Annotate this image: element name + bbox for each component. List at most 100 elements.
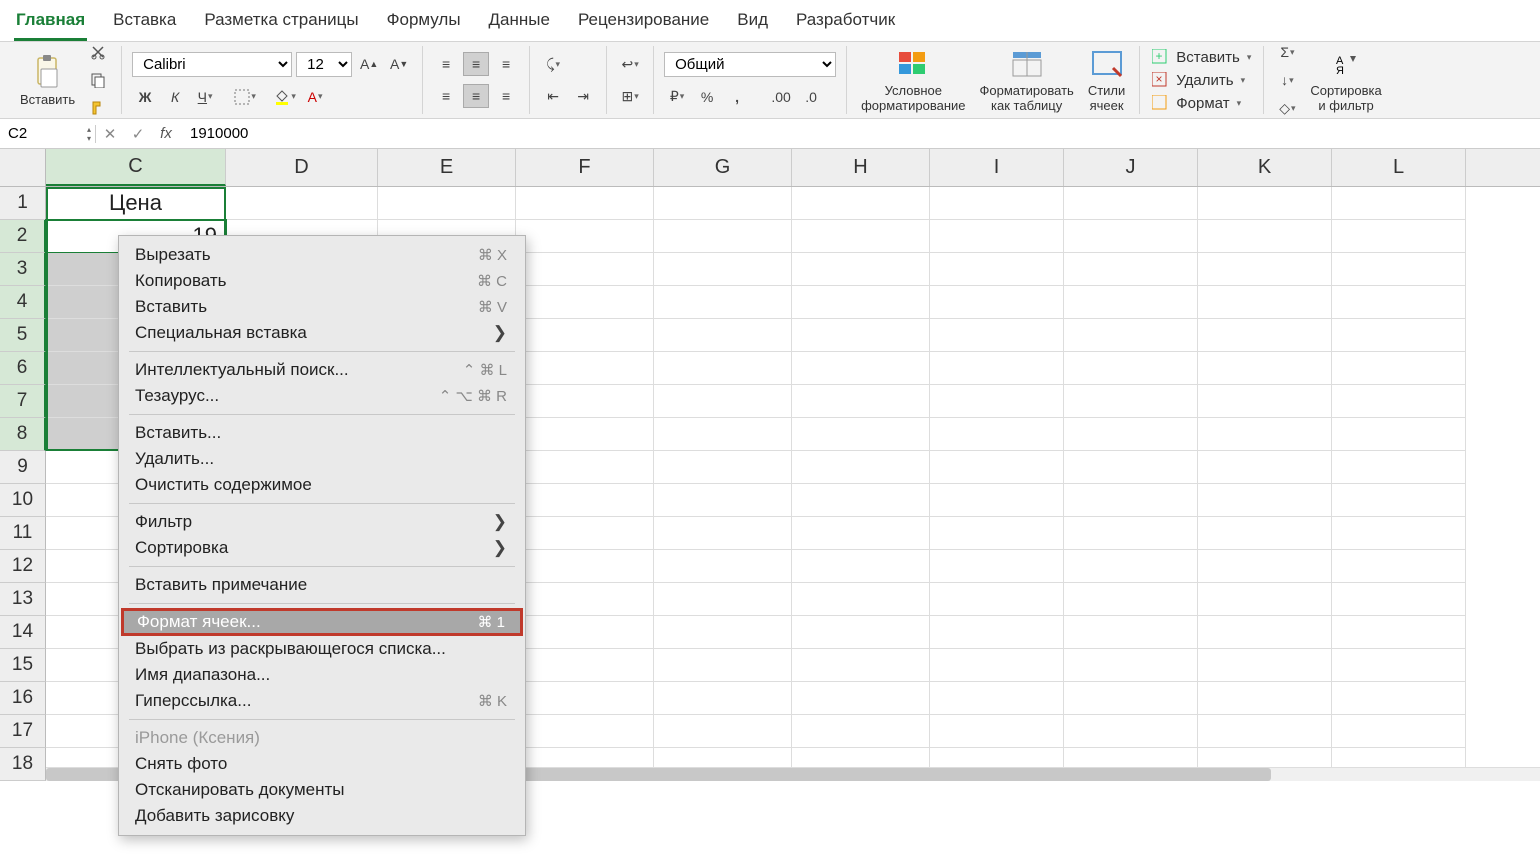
format-painter-icon[interactable] (85, 96, 111, 120)
increase-decimal-icon[interactable]: .00 (768, 85, 794, 109)
cell[interactable] (1064, 484, 1198, 517)
row-header[interactable]: 6 (0, 352, 46, 385)
cell[interactable] (1064, 286, 1198, 319)
context-menu-item[interactable]: Интеллектуальный поиск...⌃ ⌘ L (119, 357, 525, 383)
column-header[interactable]: G (654, 149, 792, 186)
cell[interactable] (792, 286, 930, 319)
cell[interactable] (1064, 385, 1198, 418)
ribbon-tab-5[interactable]: Рецензирование (576, 6, 711, 41)
context-menu-item[interactable]: Фильтр❯ (119, 509, 525, 535)
cell[interactable] (792, 649, 930, 682)
cell[interactable] (792, 715, 930, 748)
bold-button[interactable]: Ж (132, 85, 158, 109)
cell[interactable] (1198, 682, 1332, 715)
column-header[interactable]: C (46, 149, 226, 186)
cell[interactable] (930, 187, 1064, 220)
cell[interactable] (1064, 451, 1198, 484)
align-top-icon[interactable]: ≡ (433, 52, 459, 76)
cell[interactable] (1198, 616, 1332, 649)
row-header[interactable]: 18 (0, 748, 46, 781)
cell[interactable] (792, 550, 930, 583)
row-header[interactable]: 4 (0, 286, 46, 319)
cell[interactable]: Цена (46, 187, 226, 220)
context-menu-item[interactable]: Копировать⌘ C (119, 268, 525, 294)
cell[interactable] (930, 682, 1064, 715)
row-header[interactable]: 15 (0, 649, 46, 682)
ribbon-tab-7[interactable]: Разработчик (794, 6, 897, 41)
paste-button[interactable]: Вставить (16, 52, 79, 109)
cell[interactable] (1198, 352, 1332, 385)
cell[interactable] (654, 418, 792, 451)
ribbon-tab-6[interactable]: Вид (735, 6, 770, 41)
row-header[interactable]: 1 (0, 187, 46, 220)
cell[interactable] (1064, 715, 1198, 748)
format-cells-button[interactable]: Формат▾ (1150, 94, 1253, 113)
row-header[interactable]: 2 (0, 220, 46, 253)
column-header[interactable]: D (226, 149, 378, 186)
align-left-icon[interactable]: ≡ (433, 84, 459, 108)
row-header[interactable]: 10 (0, 484, 46, 517)
cell[interactable] (516, 583, 654, 616)
orientation-icon[interactable]: ⤹▾ (540, 52, 566, 76)
context-menu-item[interactable]: Выбрать из раскрывающегося списка... (119, 636, 525, 662)
cell[interactable] (378, 187, 516, 220)
cell[interactable] (654, 649, 792, 682)
cell[interactable] (516, 682, 654, 715)
cell[interactable] (1198, 517, 1332, 550)
context-menu-item[interactable]: Имя диапазона... (119, 662, 525, 688)
cell[interactable] (654, 682, 792, 715)
context-menu-item[interactable]: Вставить... (119, 420, 525, 446)
select-all-corner[interactable] (0, 149, 46, 186)
cell[interactable] (1332, 484, 1466, 517)
cell[interactable] (654, 220, 792, 253)
decrease-decimal-icon[interactable]: .0 (798, 85, 824, 109)
row-header[interactable]: 8 (0, 418, 46, 451)
cell[interactable] (930, 352, 1064, 385)
cell[interactable] (1198, 253, 1332, 286)
cell[interactable] (1332, 583, 1466, 616)
cell[interactable] (792, 253, 930, 286)
copy-icon[interactable] (85, 68, 111, 92)
cell[interactable] (792, 682, 930, 715)
cell[interactable] (930, 550, 1064, 583)
cell[interactable] (1064, 616, 1198, 649)
align-middle-icon[interactable]: ≡ (463, 52, 489, 76)
context-menu-item[interactable]: Удалить... (119, 446, 525, 472)
cell[interactable] (1198, 715, 1332, 748)
cell[interactable] (1198, 583, 1332, 616)
cell[interactable] (1332, 649, 1466, 682)
cell[interactable] (516, 319, 654, 352)
column-header[interactable]: L (1332, 149, 1466, 186)
ribbon-tab-2[interactable]: Разметка страницы (202, 6, 360, 41)
cell[interactable] (516, 253, 654, 286)
merge-cells-icon[interactable]: ⊞▾ (617, 84, 643, 108)
cell[interactable] (930, 418, 1064, 451)
row-header[interactable]: 16 (0, 682, 46, 715)
cell[interactable] (792, 616, 930, 649)
column-header[interactable]: E (378, 149, 516, 186)
row-header[interactable]: 12 (0, 550, 46, 583)
fx-icon[interactable]: fx (152, 125, 180, 142)
cell[interactable] (1064, 253, 1198, 286)
cell[interactable] (1332, 715, 1466, 748)
cell[interactable] (1198, 418, 1332, 451)
cell[interactable] (1198, 220, 1332, 253)
context-menu-item[interactable]: Очистить содержимое (119, 472, 525, 498)
format-as-table-button[interactable]: Форматировать как таблицу (975, 44, 1077, 116)
formula-input[interactable]: 1910000 (180, 125, 1540, 142)
context-menu-item[interactable]: Отсканировать документы (119, 777, 525, 803)
font-name-select[interactable]: Calibri (132, 52, 292, 77)
context-menu-item[interactable]: Вырезать⌘ X (119, 242, 525, 268)
cell[interactable] (654, 319, 792, 352)
accept-formula-icon[interactable]: ✓ (124, 125, 152, 143)
cell[interactable] (654, 484, 792, 517)
comma-icon[interactable]: , (724, 85, 750, 109)
wrap-text-icon[interactable]: ↩▾ (617, 52, 643, 76)
cell[interactable] (654, 451, 792, 484)
cell[interactable] (1064, 682, 1198, 715)
cell[interactable] (792, 484, 930, 517)
cell[interactable] (1198, 319, 1332, 352)
cell[interactable] (516, 484, 654, 517)
column-header[interactable]: H (792, 149, 930, 186)
cell[interactable] (654, 385, 792, 418)
